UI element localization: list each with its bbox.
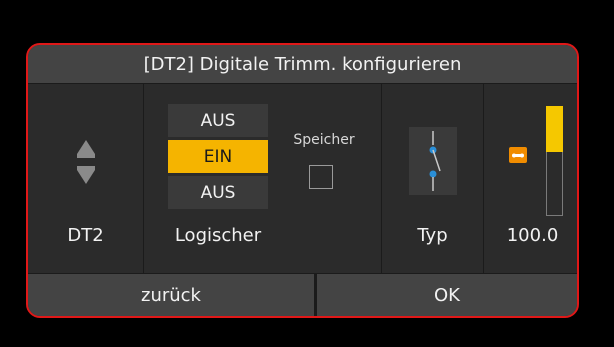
type-column[interactable]: Typ	[382, 84, 484, 274]
memory-label: Speicher	[293, 132, 355, 148]
logic-option-on[interactable]: EIN	[168, 140, 268, 173]
type-label: Typ	[417, 225, 448, 246]
dialog-footer: zurück OK	[28, 273, 577, 316]
trim-config-dialog: [DT2] Digitale Trimm. konfigurieren DT2 …	[26, 43, 579, 318]
lock-icon	[509, 147, 527, 163]
switch-icon	[409, 127, 457, 195]
dialog-body: DT2 AUS EIN AUS Speicher Logischer Typ 1…	[28, 84, 577, 274]
logic-list[interactable]: AUS EIN AUS	[168, 104, 268, 210]
memory-checkbox[interactable]	[309, 165, 333, 189]
up-arrow-base	[77, 154, 95, 158]
logic-label: Logischer	[174, 225, 262, 246]
value-label: 100.0	[506, 225, 559, 246]
up-arrow-icon[interactable]	[77, 140, 95, 154]
logic-column: AUS EIN AUS Speicher Logischer	[144, 84, 382, 274]
logic-option-off-top[interactable]: AUS	[168, 104, 268, 137]
value-column[interactable]: 100.0	[484, 84, 577, 274]
logic-option-off-bottom[interactable]: AUS	[168, 176, 268, 209]
value-bar-fill	[546, 106, 563, 152]
dialog-title: [DT2] Digitale Trimm. konfigurieren	[28, 45, 577, 84]
dt-label: DT2	[67, 225, 104, 246]
value-bar	[546, 106, 563, 216]
down-arrow-tip	[77, 170, 95, 184]
back-button[interactable]: zurück	[28, 274, 314, 316]
ok-button[interactable]: OK	[317, 274, 577, 316]
dt-column[interactable]: DT2	[28, 84, 144, 274]
